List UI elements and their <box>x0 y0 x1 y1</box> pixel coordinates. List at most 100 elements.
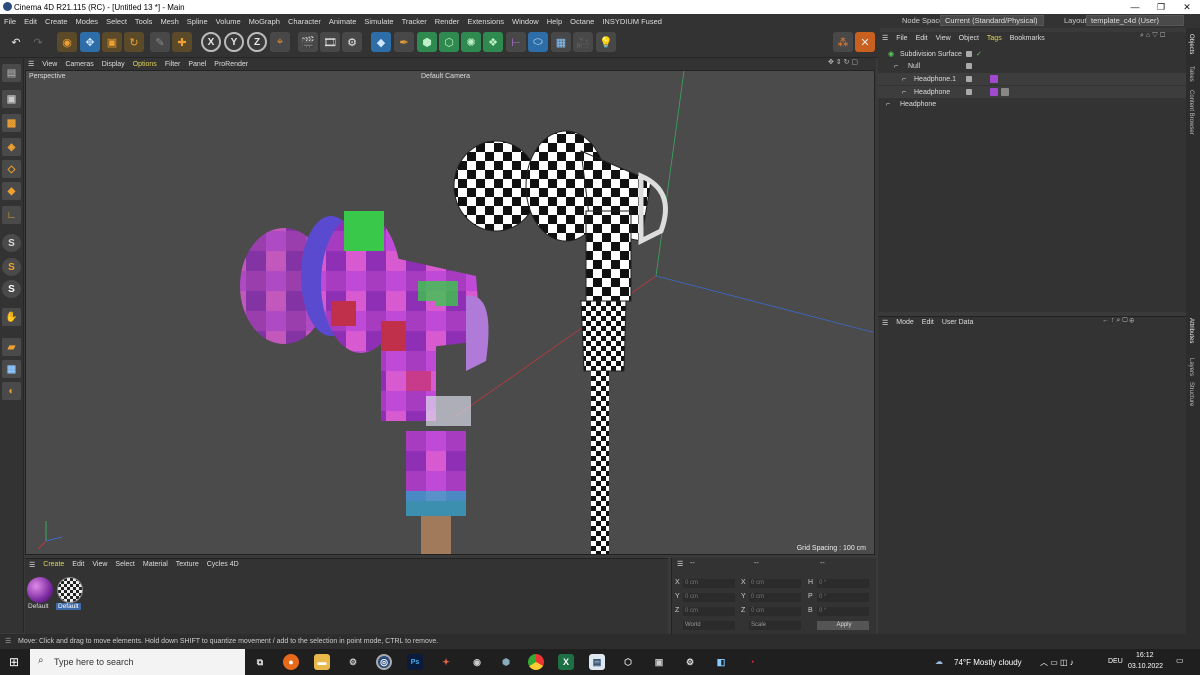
app-icon[interactable]: ◉ <box>469 654 485 670</box>
clock-time[interactable]: 16:12 <box>1136 652 1154 659</box>
y-axis-lock-button[interactable]: Y <box>224 32 244 52</box>
menu-edit[interactable]: Edit <box>20 17 41 26</box>
app-icon[interactable]: ◔ <box>744 654 760 670</box>
menu-render[interactable]: Render <box>431 17 464 26</box>
hamburger-icon[interactable]: ☰ <box>25 561 39 569</box>
menu-help[interactable]: Help <box>543 17 566 26</box>
app-icon[interactable]: ◧ <box>713 654 729 670</box>
object-row[interactable]: ⌐ Headphone <box>878 86 1186 98</box>
am-nav-icons[interactable]: ← ↑ ⌕ ▢ ⊕ <box>1098 317 1138 325</box>
render-settings-icon[interactable]: ⚙ <box>342 32 362 52</box>
weather-icon[interactable]: ☁ <box>935 657 943 666</box>
task-view-icon[interactable]: ⧉ <box>252 654 268 670</box>
mm-menu-material[interactable]: Material <box>139 561 172 568</box>
layout-dropdown[interactable]: template_c4d (User) <box>1086 15 1184 26</box>
taskbar-search-box[interactable]: ⌕ Type here to search <box>30 649 245 675</box>
file-explorer-icon[interactable]: ▬ <box>314 654 330 670</box>
enabled-check-icon[interactable]: ✓ <box>976 50 982 58</box>
snap-settings-icon[interactable]: S <box>2 258 21 276</box>
document-icon[interactable]: ▤ <box>589 654 605 670</box>
array-icon[interactable]: ⬡ <box>439 32 459 52</box>
tray-icons[interactable]: ︿ ▭ ◫ ♪ <box>1040 657 1074 668</box>
mm-menu-edit[interactable]: Edit <box>68 561 88 568</box>
am-menu-edit[interactable]: Edit <box>918 319 938 326</box>
redo-icon[interactable]: ↷ <box>28 32 48 52</box>
chrome-icon[interactable] <box>528 654 544 670</box>
menu-octane[interactable]: Octane <box>566 17 598 26</box>
tab-attributes[interactable]: Attributes <box>1188 318 1194 343</box>
app-icon[interactable]: ▣ <box>651 654 667 670</box>
rotate-icon[interactable]: ↻ <box>124 32 144 52</box>
position-x-field[interactable]: 0 cm <box>683 579 735 588</box>
mm-menu-view[interactable]: View <box>88 561 111 568</box>
3d-viewport[interactable]: Perspective Default Camera Grid Spacing … <box>25 70 875 555</box>
scale-icon[interactable]: ▣ <box>102 32 122 52</box>
snap-icon[interactable]: S <box>2 234 21 252</box>
object-row[interactable]: ⌐ Headphone.1 <box>878 73 1186 85</box>
rotation-h-field[interactable]: 0 ° <box>817 579 869 588</box>
vp-menu-prorender[interactable]: ProRender <box>210 61 252 68</box>
notifications-icon[interactable]: ▭ <box>1176 656 1184 665</box>
live-selection-icon[interactable]: ◉ <box>57 32 77 52</box>
close-button[interactable]: ✕ <box>1174 0 1200 14</box>
om-menu-tags[interactable]: Tags <box>983 35 1006 42</box>
visibility-toggle[interactable] <box>966 51 972 57</box>
node-space-dropdown[interactable]: Current (Standard/Physical) <box>940 15 1044 26</box>
octane-live-icon[interactable]: ⁂ <box>833 32 853 52</box>
om-search-icons[interactable]: ⌕ ⌂ ▽ ▢ <box>1136 32 1169 40</box>
size-y-field[interactable]: 0 cm <box>749 593 801 602</box>
recent-tool-icon[interactable]: ✎ <box>150 32 170 52</box>
material-tag-icon[interactable] <box>990 75 998 83</box>
visibility-toggle[interactable] <box>966 76 972 82</box>
menu-select[interactable]: Select <box>102 17 131 26</box>
menu-modes[interactable]: Modes <box>72 17 103 26</box>
visibility-toggle[interactable] <box>966 89 972 95</box>
bend-icon[interactable]: ⊢ <box>506 32 526 52</box>
z-axis-lock-button[interactable]: Z <box>247 32 267 52</box>
workplane-icon[interactable]: ▰ <box>2 338 21 356</box>
mm-menu-select[interactable]: Select <box>111 561 138 568</box>
firefox-icon[interactable]: ● <box>283 654 299 670</box>
menu-mesh[interactable]: Mesh <box>156 17 182 26</box>
tab-structure[interactable]: Structure <box>1188 382 1194 406</box>
hamburger-icon[interactable]: ☰ <box>878 34 892 42</box>
make-editable-icon[interactable]: ▤ <box>2 64 21 82</box>
material-swatch-checker[interactable] <box>57 577 83 603</box>
menu-animate[interactable]: Animate <box>325 17 361 26</box>
vp-menu-panel[interactable]: Panel <box>184 61 210 68</box>
undo-icon[interactable]: ↶ <box>6 32 26 52</box>
planar-workplane-icon[interactable]: ◐ <box>2 382 21 400</box>
vp-menu-options[interactable]: Options <box>129 61 161 68</box>
menu-mograph[interactable]: MoGraph <box>245 17 284 26</box>
position-y-field[interactable]: 0 cm <box>683 593 735 602</box>
menu-window[interactable]: Window <box>508 17 543 26</box>
size-mode-dropdown[interactable]: Scale <box>749 621 801 630</box>
rotation-b-field[interactable]: 0 ° <box>817 607 869 616</box>
clock-date[interactable]: 03.10.2022 <box>1128 663 1163 670</box>
menu-insydium[interactable]: INSYDIUM Fused <box>598 17 666 26</box>
apply-button[interactable]: Apply <box>817 621 869 630</box>
vp-menu-filter[interactable]: Filter <box>161 61 185 68</box>
hamburger-icon[interactable]: ☰ <box>677 560 683 568</box>
hamburger-icon[interactable]: ☰ <box>878 319 892 327</box>
menu-extensions[interactable]: Extensions <box>463 17 508 26</box>
app-icon[interactable]: ✦ <box>438 654 454 670</box>
photoshop-icon[interactable]: Ps <box>407 654 423 670</box>
edges-mode-icon[interactable]: ◇ <box>2 160 21 178</box>
viewport-nav-icons[interactable]: ✥ ⇕ ↻ ▢ <box>824 58 862 66</box>
menu-volume[interactable]: Volume <box>212 17 245 26</box>
om-menu-file[interactable]: File <box>892 35 911 42</box>
polygons-mode-icon[interactable]: ◆ <box>2 182 21 200</box>
tweak-mode-icon[interactable]: ✋ <box>2 308 21 326</box>
maximize-button[interactable]: ❐ <box>1148 0 1174 14</box>
excel-icon[interactable]: X <box>558 654 574 670</box>
checker-material-tag-icon[interactable] <box>1001 88 1009 96</box>
object-row[interactable]: ⌐ Null <box>878 60 1186 72</box>
visibility-toggle[interactable] <box>966 63 972 69</box>
floor-icon[interactable]: ▦ <box>551 32 571 52</box>
om-menu-edit[interactable]: Edit <box>912 35 932 42</box>
pen-spline-icon[interactable]: ✒ <box>394 32 414 52</box>
material-name-selected[interactable]: Default <box>56 603 81 610</box>
mm-menu-cycles4d[interactable]: Cycles 4D <box>203 561 243 568</box>
menu-spline[interactable]: Spline <box>183 17 212 26</box>
